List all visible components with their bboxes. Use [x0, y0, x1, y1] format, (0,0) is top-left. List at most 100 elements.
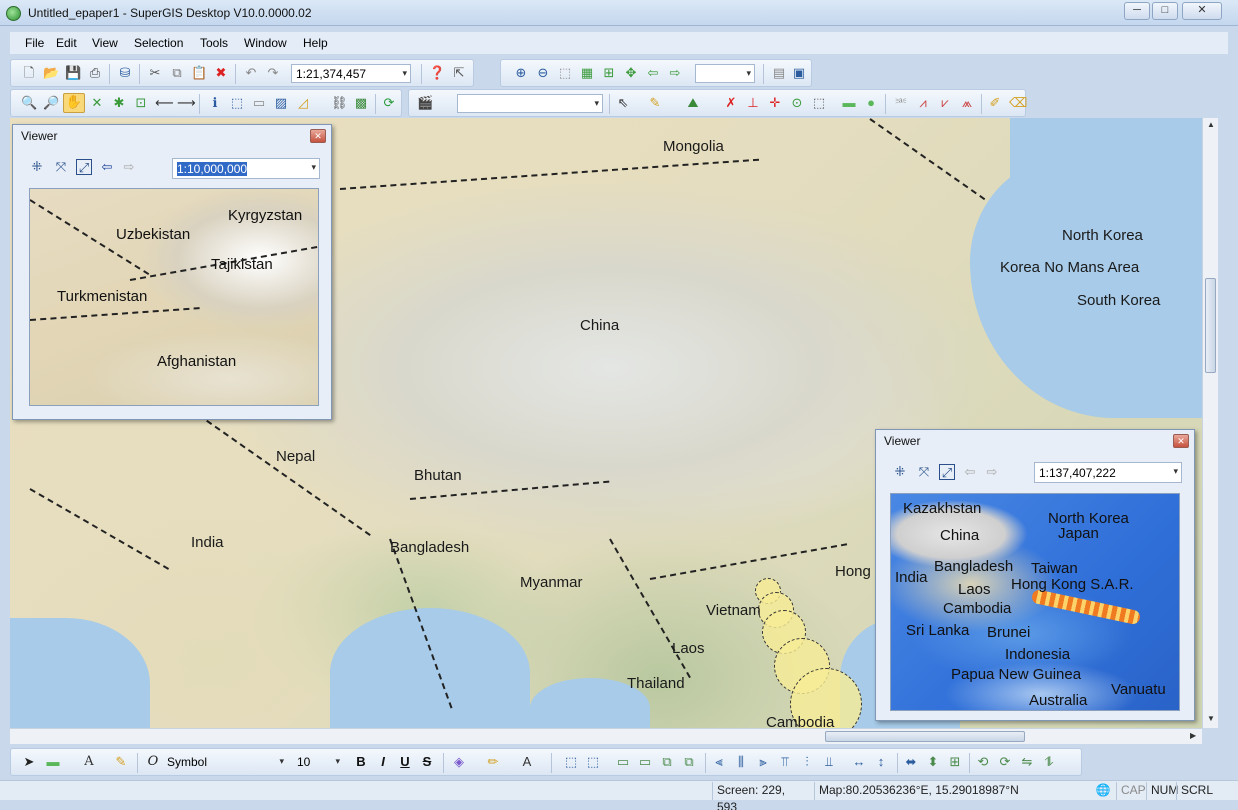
grid-icon[interactable]: ▩: [353, 95, 369, 111]
full-extent-icon[interactable]: ⊞: [601, 65, 617, 81]
menu-edit[interactable]: Edit: [56, 36, 77, 50]
italic-icon[interactable]: I: [375, 754, 391, 770]
distribute-h-icon[interactable]: ↔: [851, 754, 867, 770]
viewer-close-button[interactable]: ✕: [1173, 434, 1189, 448]
table-icon[interactable]: ▤: [771, 65, 787, 81]
font-icon[interactable]: O: [145, 754, 161, 770]
flip-vertical-icon[interactable]: ⥮: [1041, 754, 1057, 770]
zoom-in-fixed-icon[interactable]: ⁜: [892, 464, 908, 480]
forward-arrow-icon[interactable]: ⟶: [177, 95, 196, 111]
measure-icon[interactable]: ◿: [295, 95, 311, 111]
zoom-in-fixed-icon[interactable]: ✕: [89, 95, 105, 111]
align-bottom-icon[interactable]: ⫫: [821, 754, 837, 770]
new-text-icon[interactable]: ✎: [113, 754, 129, 770]
align-middle-icon[interactable]: ⫶: [799, 754, 815, 770]
fill-color-icon[interactable]: ◈: [451, 754, 467, 770]
refresh-icon[interactable]: ⟳: [381, 95, 397, 111]
distribute-v-icon[interactable]: ↕: [873, 754, 889, 770]
menu-window[interactable]: Window: [244, 36, 287, 50]
help-icon[interactable]: ❓: [429, 65, 445, 81]
open-icon[interactable]: 📂: [43, 65, 59, 81]
scroll-down-icon[interactable]: ▼: [1207, 714, 1215, 723]
pan-hand-icon[interactable]: ✋: [63, 93, 85, 113]
rotate-right-icon[interactable]: ⟳: [997, 754, 1013, 770]
same-size-icon[interactable]: ⊞: [947, 754, 963, 770]
viewer-scale-combo[interactable]: 1:10,000,000 ▾: [172, 158, 320, 179]
rectangle-select-icon[interactable]: ⬚: [811, 95, 827, 111]
layout-icon[interactable]: ▣: [791, 65, 807, 81]
add-data-icon[interactable]: ⛁: [117, 65, 133, 81]
back-arrow-icon[interactable]: ⟵: [155, 95, 174, 111]
clear-selection-icon[interactable]: ▭: [251, 95, 267, 111]
redo-icon[interactable]: ↷: [265, 65, 281, 81]
previous-extent-icon[interactable]: ⇦: [645, 65, 661, 81]
vertical-scrollbar[interactable]: ▲ ▼: [1202, 118, 1218, 728]
fixed-zoom-in-icon[interactable]: ⊕: [513, 65, 529, 81]
select-elements-icon[interactable]: ➤: [21, 754, 37, 770]
split-icon[interactable]: ⩕: [959, 95, 975, 111]
union-icon[interactable]: ⩘: [915, 95, 931, 111]
ellipse-icon[interactable]: ●: [863, 95, 879, 111]
clapperboard-icon[interactable]: 🎬: [417, 95, 433, 111]
forward-arrow-icon[interactable]: ⇨: [984, 464, 1000, 480]
send-back-icon[interactable]: ▭: [637, 754, 653, 770]
paste-icon[interactable]: 📋: [191, 65, 207, 81]
delete-icon[interactable]: ✖: [213, 65, 229, 81]
align-right-icon[interactable]: ⫸: [755, 754, 771, 770]
minimize-button[interactable]: ─: [1124, 2, 1150, 20]
pan-arrows-icon[interactable]: ✥: [623, 65, 639, 81]
full-extent-icon[interactable]: ⤢: [939, 464, 955, 480]
align-left-icon[interactable]: ⫷: [711, 754, 727, 770]
send-backward-icon[interactable]: ⧉: [681, 754, 697, 770]
zoom-in-fixed-icon[interactable]: ⁜: [29, 159, 45, 175]
rectangle-icon[interactable]: ▬: [45, 754, 61, 770]
font-size-combo[interactable]: 10 ▾: [293, 753, 343, 772]
cross-icon[interactable]: ✛: [767, 95, 783, 111]
bring-forward-icon[interactable]: ⧉: [659, 754, 675, 770]
menu-selection[interactable]: Selection: [134, 36, 183, 50]
attributes-icon[interactable]: ✐: [987, 95, 1003, 111]
hyperlink-icon[interactable]: ▨: [273, 95, 289, 111]
link-icon[interactable]: ⛓: [331, 95, 348, 111]
layer-combo[interactable]: ▾: [695, 64, 755, 83]
bold-icon[interactable]: B: [353, 754, 369, 770]
maximize-button[interactable]: □: [1152, 2, 1178, 20]
undo-icon[interactable]: ↶: [243, 65, 259, 81]
zoom-out-fixed-icon[interactable]: ⤧: [916, 464, 932, 480]
zoom-out-fixed-icon[interactable]: ✱: [111, 95, 127, 111]
viewer-scale-combo[interactable]: 1:137,407,222 ▾: [1034, 462, 1182, 483]
intersect-icon[interactable]: ⩗: [937, 95, 953, 111]
viewer-map[interactable]: Kyrgyzstan Uzbekistan Tajikistan Turkmen…: [29, 188, 319, 406]
line-color-icon[interactable]: ✏: [485, 754, 501, 770]
copy-icon[interactable]: ⧉: [169, 65, 185, 81]
same-width-icon[interactable]: ⬌: [903, 754, 919, 770]
map-scale-combo[interactable]: 1:21,374,457 ▾: [291, 64, 411, 83]
same-height-icon[interactable]: ⬍: [925, 754, 941, 770]
zoom-selected-icon[interactable]: ▦: [579, 65, 595, 81]
rotate-left-icon[interactable]: ⟲: [975, 754, 991, 770]
zoom-out-fixed-icon[interactable]: ⤧: [53, 159, 69, 175]
horizontal-scrollbar[interactable]: ▶: [10, 728, 1202, 744]
target-layer-combo[interactable]: ▾: [457, 94, 603, 113]
print-icon[interactable]: ⎙: [87, 65, 103, 81]
underline-icon[interactable]: U: [397, 754, 413, 770]
full-extent-icon[interactable]: ⤢: [76, 159, 92, 175]
menu-view[interactable]: View: [92, 36, 118, 50]
strikethrough-icon[interactable]: S: [419, 754, 435, 770]
font-color-icon[interactable]: A: [519, 754, 535, 770]
perpendicular-icon[interactable]: ⊥: [745, 95, 761, 111]
save-icon[interactable]: 💾: [65, 65, 81, 81]
scroll-right-icon[interactable]: ▶: [1190, 731, 1196, 740]
align-top-icon[interactable]: ⫪: [777, 754, 793, 770]
edit-tool-icon[interactable]: ⇖: [615, 95, 631, 111]
zoom-layer-icon[interactable]: ⬚: [557, 65, 573, 81]
eraser-icon[interactable]: ⌫: [1009, 95, 1027, 111]
cut-icon[interactable]: ✂: [147, 65, 163, 81]
font-name-combo[interactable]: Symbol ▾: [163, 753, 287, 772]
flip-horizontal-icon[interactable]: ⇋: [1019, 754, 1035, 770]
whats-this-icon[interactable]: ⇱: [451, 65, 467, 81]
fixed-zoom-out-icon[interactable]: ⊖: [535, 65, 551, 81]
scroll-up-icon[interactable]: ▲: [1207, 120, 1215, 129]
close-button[interactable]: ✕: [1182, 2, 1222, 20]
select-features-icon[interactable]: ⬚: [229, 95, 245, 111]
